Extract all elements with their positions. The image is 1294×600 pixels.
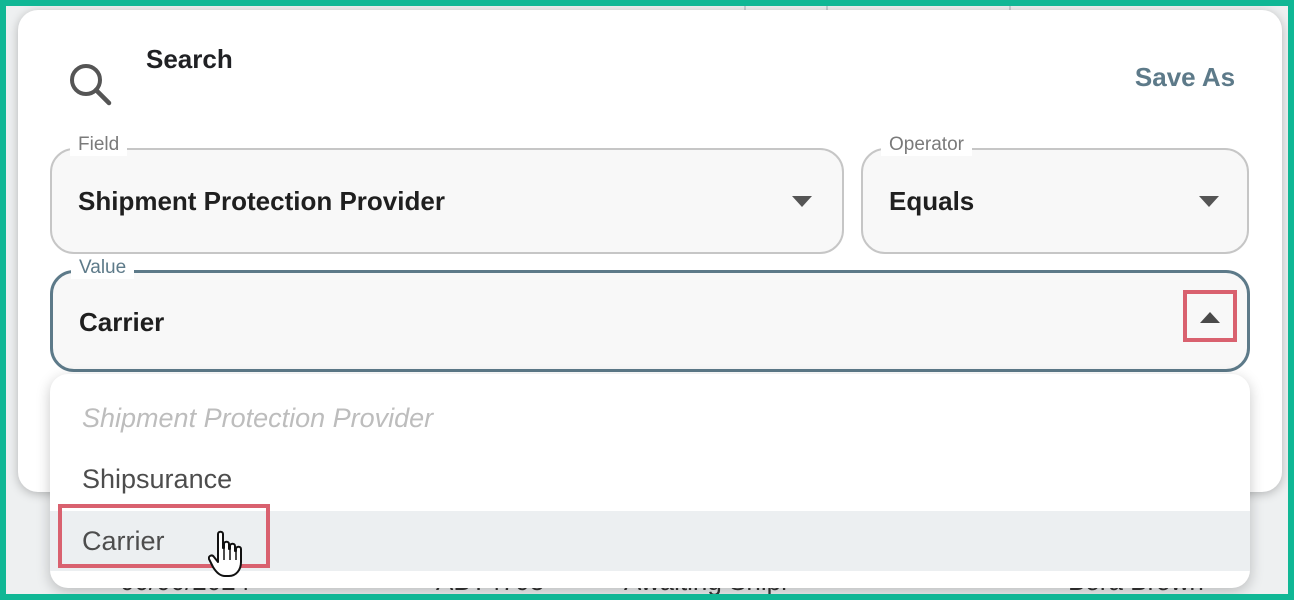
field-select[interactable]: Field Shipment Protection Provider <box>50 134 844 254</box>
search-icon <box>70 64 112 106</box>
dropdown-header: Shipment Protection Provider <box>82 403 434 433</box>
field-value: Shipment Protection Provider <box>78 186 445 216</box>
operator-value: Equals <box>889 186 975 216</box>
option-shipsurance[interactable]: Shipsurance <box>50 449 1250 509</box>
value-select[interactable]: Value Carrier <box>50 257 1250 372</box>
value-current: Carrier <box>79 307 165 337</box>
search-title: Search <box>146 44 233 74</box>
hand-cursor-icon <box>208 530 242 577</box>
save-as-button[interactable]: Save As <box>1120 62 1250 93</box>
chevron-down-icon <box>792 196 812 207</box>
chevron-up-icon <box>1200 312 1220 323</box>
value-label: Value <box>71 257 135 279</box>
field-label: Field <box>70 134 128 156</box>
dropdown-toggle-button[interactable] <box>1183 290 1237 342</box>
operator-label: Operator <box>881 134 972 156</box>
operator-select[interactable]: Operator Equals <box>861 134 1249 254</box>
chevron-down-icon <box>1199 196 1219 207</box>
